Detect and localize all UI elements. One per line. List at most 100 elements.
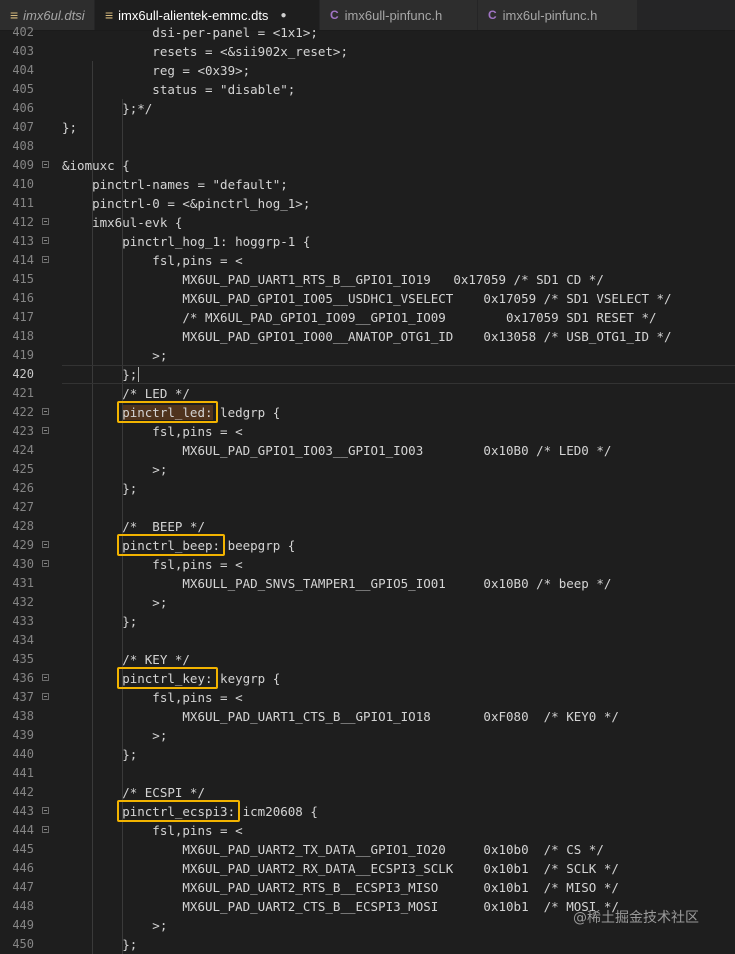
code-text: MX6UL_PAD_UART2_RX_DATA__ECSPI3_SCLK 0x1… xyxy=(62,861,619,876)
code-line[interactable]: 423 fsl,pins = < xyxy=(0,422,735,441)
line-number: 428 xyxy=(12,519,34,533)
code-text: MX6UL_PAD_UART2_CTS_B__ECSPI3_MOSI 0x10b… xyxy=(62,899,619,914)
line-number: 442 xyxy=(12,785,34,799)
code-line[interactable]: 432 >; xyxy=(0,593,735,612)
code-line[interactable]: 402 dsi-per-panel = <1x1>; xyxy=(0,23,735,42)
code-line[interactable]: 412 imx6ul-evk { xyxy=(0,213,735,232)
line-number: 448 xyxy=(12,899,34,913)
code-line[interactable]: 425 >; xyxy=(0,460,735,479)
code-line[interactable]: 427 xyxy=(0,498,735,517)
code-line[interactable]: 414 fsl,pins = < xyxy=(0,251,735,270)
code-text: }; xyxy=(62,367,138,382)
line-number: 402 xyxy=(12,25,34,39)
line-number: 441 xyxy=(12,766,34,780)
line-number: 406 xyxy=(12,101,34,115)
fold-toggle-icon[interactable] xyxy=(42,807,49,814)
code-line[interactable]: 428 /* BEEP */ xyxy=(0,517,735,536)
code-line[interactable]: 438 MX6UL_PAD_UART1_CTS_B__GPIO1_IO18 0x… xyxy=(0,707,735,726)
code-line[interactable]: 416 MX6UL_PAD_GPIO1_IO05__USDHC1_VSELECT… xyxy=(0,289,735,308)
fold-toggle-icon[interactable] xyxy=(42,218,49,225)
c-file-icon: C xyxy=(488,8,497,22)
code-line[interactable]: 435 /* KEY */ xyxy=(0,650,735,669)
code-line[interactable]: 404 reg = <0x39>; xyxy=(0,61,735,80)
code-text: MX6UL_PAD_GPIO1_IO03__GPIO1_IO03 0x10B0 … xyxy=(62,443,612,458)
code-line[interactable]: 426 }; xyxy=(0,479,735,498)
fold-toggle-icon[interactable] xyxy=(42,560,49,567)
code-text: status = "disable"; xyxy=(62,82,296,97)
code-line[interactable]: 443 pinctrl_ecspi3: icm20608 { xyxy=(0,802,735,821)
code-text: MX6UL_PAD_UART1_RTS_B__GPIO1_IO19 0x1705… xyxy=(62,272,604,287)
lines-icon: ≡ xyxy=(10,7,18,23)
code-line[interactable]: 447 MX6UL_PAD_UART2_RTS_B__ECSPI3_MISO 0… xyxy=(0,878,735,897)
fold-toggle-icon[interactable] xyxy=(42,427,49,434)
line-number: 425 xyxy=(12,462,34,476)
line-number: 412 xyxy=(12,215,34,229)
code-line[interactable]: 406 };*/ xyxy=(0,99,735,118)
code-line[interactable]: 403 resets = <&sii902x_reset>; xyxy=(0,42,735,61)
fold-toggle-icon[interactable] xyxy=(42,161,49,168)
code-line[interactable]: 430 fsl,pins = < xyxy=(0,555,735,574)
code-line[interactable]: 439 >; xyxy=(0,726,735,745)
code-line[interactable]: 411 pinctrl-0 = <&pinctrl_hog_1>; xyxy=(0,194,735,213)
code-line[interactable]: 415 MX6UL_PAD_UART1_RTS_B__GPIO1_IO19 0x… xyxy=(0,270,735,289)
code-text: /* MX6UL_PAD_GPIO1_IO09__GPIO1_IO09 0x17… xyxy=(62,310,657,325)
fold-toggle-icon[interactable] xyxy=(42,693,49,700)
fold-toggle-icon[interactable] xyxy=(42,674,49,681)
fold-toggle-icon[interactable] xyxy=(42,541,49,548)
code-text: pinctrl-0 = <&pinctrl_hog_1>; xyxy=(62,196,311,211)
code-editor[interactable]: 402 dsi-per-panel = <1x1>; 403 resets = <… xyxy=(0,25,735,954)
fold-toggle-icon[interactable] xyxy=(42,826,49,833)
code-text: resets = <&sii902x_reset>; xyxy=(62,44,348,59)
code-text: imx6ul-evk { xyxy=(62,215,183,230)
code-line[interactable]: 442 /* ECSPI */ xyxy=(0,783,735,802)
code-line[interactable]: 424 MX6UL_PAD_GPIO1_IO03__GPIO1_IO03 0x1… xyxy=(0,441,735,460)
code-line[interactable]: 434 xyxy=(0,631,735,650)
code-line[interactable]: 419 >; xyxy=(0,346,735,365)
code-line[interactable]: 440 }; xyxy=(0,745,735,764)
line-number: 429 xyxy=(12,538,34,552)
code-line[interactable]: 433 }; xyxy=(0,612,735,631)
line-number: 427 xyxy=(12,500,34,514)
code-line[interactable]: 420 }; xyxy=(0,365,735,384)
fold-toggle-icon[interactable] xyxy=(42,256,49,263)
code-line[interactable]: 445 MX6UL_PAD_UART2_TX_DATA__GPIO1_IO20 … xyxy=(0,840,735,859)
code-line[interactable]: 422 pinctrl_led: ledgrp { xyxy=(0,403,735,422)
code-text: };*/ xyxy=(62,101,153,116)
line-number: 450 xyxy=(12,937,34,951)
code-line[interactable]: 410 pinctrl-names = "default"; xyxy=(0,175,735,194)
code-line[interactable]: 431 MX6ULL_PAD_SNVS_TAMPER1__GPIO5_IO01 … xyxy=(0,574,735,593)
modified-dot-icon[interactable]: ● xyxy=(280,10,286,21)
code-line[interactable]: 409 &iomuxc { xyxy=(0,156,735,175)
annotation-box xyxy=(117,667,218,689)
code-line[interactable]: 429 pinctrl_beep: beepgrp { xyxy=(0,536,735,555)
fold-toggle-icon[interactable] xyxy=(42,237,49,244)
line-number: 419 xyxy=(12,348,34,362)
code-line[interactable]: 421 /* LED */ xyxy=(0,384,735,403)
line-number: 431 xyxy=(12,576,34,590)
code-line[interactable]: 437 fsl,pins = < xyxy=(0,688,735,707)
code-line[interactable]: 417 /* MX6UL_PAD_GPIO1_IO09__GPIO1_IO09 … xyxy=(0,308,735,327)
code-line[interactable]: 407}; xyxy=(0,118,735,137)
code-line[interactable]: 446 MX6UL_PAD_UART2_RX_DATA__ECSPI3_SCLK… xyxy=(0,859,735,878)
code-line[interactable]: 450 }; xyxy=(0,935,735,954)
text-cursor xyxy=(138,367,140,382)
code-text: >; xyxy=(62,462,168,477)
code-line[interactable]: 436 pinctrl_key: keygrp { xyxy=(0,669,735,688)
line-number: 403 xyxy=(12,44,34,58)
line-number: 445 xyxy=(12,842,34,856)
annotation-box xyxy=(117,800,241,822)
code-line[interactable]: 444 fsl,pins = < xyxy=(0,821,735,840)
line-number: 413 xyxy=(12,234,34,248)
line-number: 424 xyxy=(12,443,34,457)
code-line[interactable]: 405 status = "disable"; xyxy=(0,80,735,99)
line-number: 446 xyxy=(12,861,34,875)
line-number: 416 xyxy=(12,291,34,305)
code-line[interactable]: 441 xyxy=(0,764,735,783)
code-line[interactable]: 418 MX6UL_PAD_GPIO1_IO00__ANATOP_OTG1_ID… xyxy=(0,327,735,346)
code-text: fsl,pins = < xyxy=(62,557,243,572)
code-text: reg = <0x39>; xyxy=(62,63,251,78)
fold-toggle-icon[interactable] xyxy=(42,408,49,415)
code-line[interactable]: 413 pinctrl_hog_1: hoggrp-1 { xyxy=(0,232,735,251)
code-line[interactable]: 408 xyxy=(0,137,735,156)
code-text: MX6UL_PAD_GPIO1_IO00__ANATOP_OTG1_ID 0x1… xyxy=(62,329,672,344)
